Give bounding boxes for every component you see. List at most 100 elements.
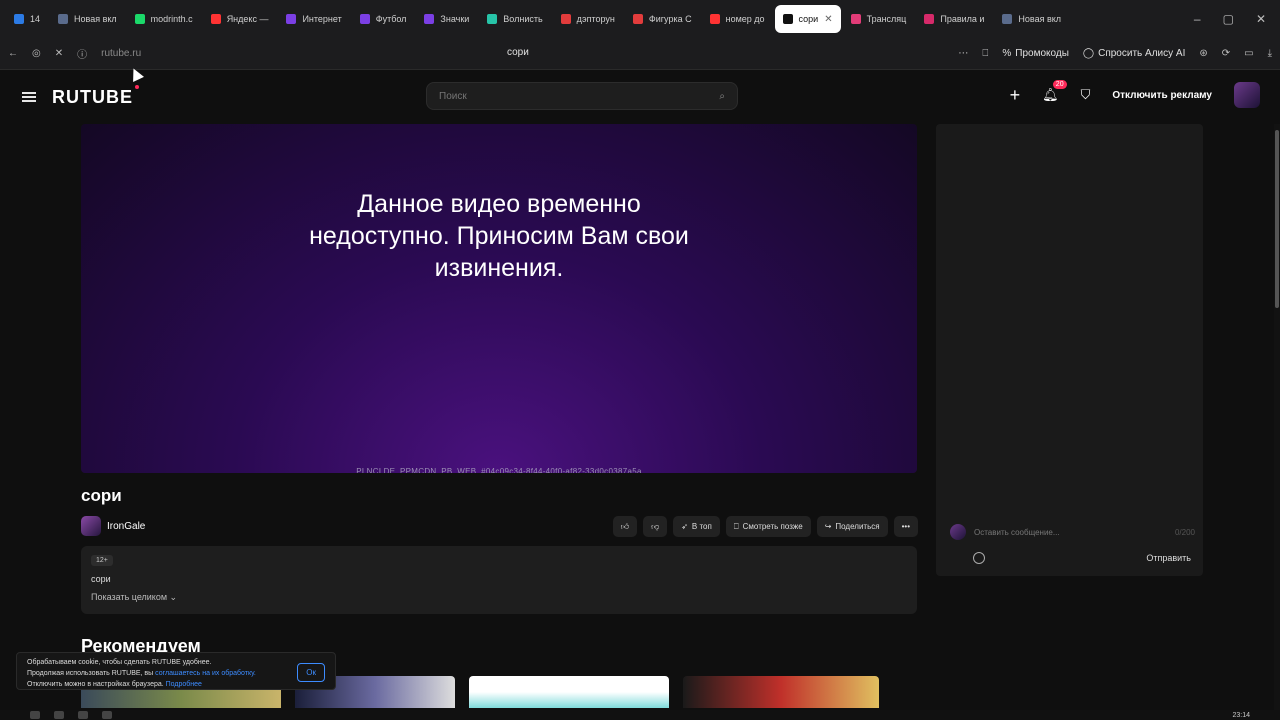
tab-favicon-icon xyxy=(1002,14,1013,24)
description-text: сори xyxy=(91,574,111,584)
ask-alice-button[interactable]: ◯ Спросить Алису AI xyxy=(1083,48,1185,59)
taskbar-clock: 23:14 xyxy=(1232,711,1250,719)
os-taskbar: 23:14 xyxy=(0,710,1280,720)
thumbnail[interactable] xyxy=(469,676,669,708)
more-icon[interactable]: ⋯ xyxy=(958,48,968,59)
browser-tab[interactable]: Трансляц xyxy=(843,5,915,33)
browser-tab[interactable]: Новая вкл xyxy=(994,5,1069,33)
to-top-button[interactable]: ➶ В топ xyxy=(673,516,720,537)
unavailable-message: Данное видео временно недоступно. Принос… xyxy=(309,190,689,282)
channel-avatar[interactable] xyxy=(81,516,101,536)
maximize-icon[interactable]: ▢ xyxy=(1223,12,1234,26)
share-icon: ↪ xyxy=(824,522,832,531)
browser-tab[interactable]: Новая вкл xyxy=(50,5,125,33)
shield-icon[interactable]: ⛉ xyxy=(1081,87,1091,103)
browser-tab[interactable]: Значки xyxy=(416,5,477,33)
bookmark-icon: ⎕ xyxy=(733,521,739,531)
site-info-icon[interactable]: ⓘ xyxy=(77,46,87,61)
browser-tab[interactable]: номер до xyxy=(702,5,773,33)
search-box: ⌕ xyxy=(426,82,738,110)
tab-favicon-icon xyxy=(359,14,370,24)
back-icon[interactable]: ← xyxy=(8,48,18,59)
browser-tab[interactable]: Правила и xyxy=(916,5,992,33)
page-title-center: сори xyxy=(507,47,529,58)
browser-tab[interactable]: сори ✕ xyxy=(774,5,841,33)
thumbs-down-icon: 👎︎ xyxy=(651,521,660,531)
thumbs-up-icon: 👍︎ xyxy=(620,521,630,531)
cookie-details-link[interactable]: Подробнее xyxy=(166,681,202,688)
tab-favicon-icon xyxy=(560,14,571,24)
chevron-down-icon: ⌄ xyxy=(169,592,178,602)
browser-tab[interactable]: Интернет xyxy=(278,5,349,33)
yandex-icon[interactable]: ◎ xyxy=(32,48,41,59)
minimize-icon[interactable]: – xyxy=(1194,12,1201,26)
watch-later-button[interactable]: ⎕ Смотреть позже xyxy=(725,516,811,537)
search-icon[interactable]: ⌕ xyxy=(719,91,725,102)
emoji-icon[interactable] xyxy=(973,552,985,564)
show-more-button[interactable]: Показать целиком ⌄ xyxy=(91,592,907,603)
cookie-agree-link[interactable]: соглашаетесь на их обработку. xyxy=(155,670,256,677)
chat-char-counter: 0/200 xyxy=(1174,527,1195,537)
cookie-banner: Обрабатываем cookie, чтобы сделать RUTUB… xyxy=(16,652,336,690)
rutube-logo[interactable]: RUTUBE xyxy=(52,84,139,108)
share-button[interactable]: ↪ Поделиться xyxy=(816,516,888,537)
notifications-button[interactable]: 🔔︎ 20 xyxy=(1042,80,1067,104)
close-tab-icon[interactable]: ✕ xyxy=(824,14,832,25)
disable-ads-button[interactable]: Отключить рекламу xyxy=(1112,90,1212,101)
dislike-button[interactable]: 👎︎ xyxy=(643,516,668,537)
address-bar: ← ◎ ✕ ⓘ rutube.ru сори ⋯ ⎕ % Промокоды ◯ С… xyxy=(0,38,1280,70)
page-scrollbar-thumb[interactable] xyxy=(1275,130,1279,308)
browser-tab[interactable]: Волнисть xyxy=(479,5,550,33)
download-icon[interactable]: ⤓ xyxy=(1268,48,1272,59)
chat-avatar xyxy=(950,524,966,540)
browser-tab[interactable]: Фигурка С xyxy=(625,5,700,33)
user-avatar[interactable] xyxy=(1234,82,1260,108)
screenshot-icon[interactable]: ▭ xyxy=(1244,48,1253,59)
taskbar-app-icon[interactable] xyxy=(78,711,88,719)
cookie-ok-button[interactable]: Ок xyxy=(297,663,325,682)
bookmark-icon[interactable]: ⎕ xyxy=(982,48,988,59)
description-box: 12+ сори Показать целиком ⌄ xyxy=(81,546,917,614)
browser-tab[interactable]: Яндекс — xyxy=(203,5,277,33)
start-icon[interactable] xyxy=(30,711,40,719)
chat-send-button[interactable]: Отправить xyxy=(1146,553,1191,563)
promo-button[interactable]: % Промокоды xyxy=(1002,48,1069,59)
menu-icon[interactable] xyxy=(22,92,36,102)
close-window-icon[interactable]: ✕ xyxy=(1256,12,1266,26)
channel-link[interactable]: IronGale xyxy=(81,516,145,536)
tab-favicon-icon xyxy=(210,14,221,24)
search-input[interactable] xyxy=(439,90,720,102)
site-header: RUTUBE ⌕ + 🔔︎ 20 ⛉ Отключить рекламу xyxy=(0,70,1280,124)
browser-tab[interactable]: Футбол xyxy=(352,5,415,33)
upload-plus-icon[interactable]: + xyxy=(1010,85,1021,106)
like-button[interactable]: 👍︎ xyxy=(612,516,638,537)
more-options-button[interactable]: ••• xyxy=(893,516,918,537)
browser-tab[interactable]: 14 xyxy=(6,5,48,33)
stop-loading-icon[interactable]: ✕ xyxy=(55,48,63,59)
video-player[interactable]: Данное видео временно недоступно. Принос… xyxy=(81,124,917,473)
extension-icon[interactable]: ⊛ xyxy=(1199,48,1207,59)
chat-message-input[interactable]: Оставить сообщение... xyxy=(974,528,1060,537)
tab-favicon-icon xyxy=(134,14,145,24)
age-rating-badge: 12+ xyxy=(91,555,113,566)
extension2-icon[interactable]: ⟳ xyxy=(1222,48,1230,59)
tab-favicon-icon xyxy=(424,14,435,24)
browser-tab[interactable]: дэпторун xyxy=(553,5,623,33)
chat-panel: Оставить сообщение... 0/200 Отправить xyxy=(936,124,1203,576)
taskbar-app-icon[interactable] xyxy=(102,711,112,719)
window-controls: – ▢ ✕ xyxy=(1194,12,1280,26)
chat-input-row: Оставить сообщение... 0/200 xyxy=(950,524,1195,540)
tab-favicon-icon xyxy=(58,14,69,24)
tab-favicon-icon xyxy=(286,14,297,24)
tab-favicon-icon xyxy=(924,14,935,24)
browser-tab[interactable]: modrinth.c xyxy=(127,5,201,33)
player-debug-id: PLNCLDE_PPMCDN_PB_WEB_#04c09c34-8f44-40f… xyxy=(356,467,642,473)
url-field[interactable]: rutube.ru xyxy=(101,48,141,59)
taskbar-app-icon[interactable] xyxy=(54,711,64,719)
video-title: сори xyxy=(81,486,122,505)
tab-favicon-icon xyxy=(632,14,643,24)
tab-favicon-icon xyxy=(782,14,793,24)
browser-tab-strip: 14 Новая вкл modrinth.c Яндекс — Интернет Фут… xyxy=(0,0,1280,38)
channel-name[interactable]: IronGale xyxy=(107,521,145,532)
thumbnail[interactable] xyxy=(683,676,879,708)
